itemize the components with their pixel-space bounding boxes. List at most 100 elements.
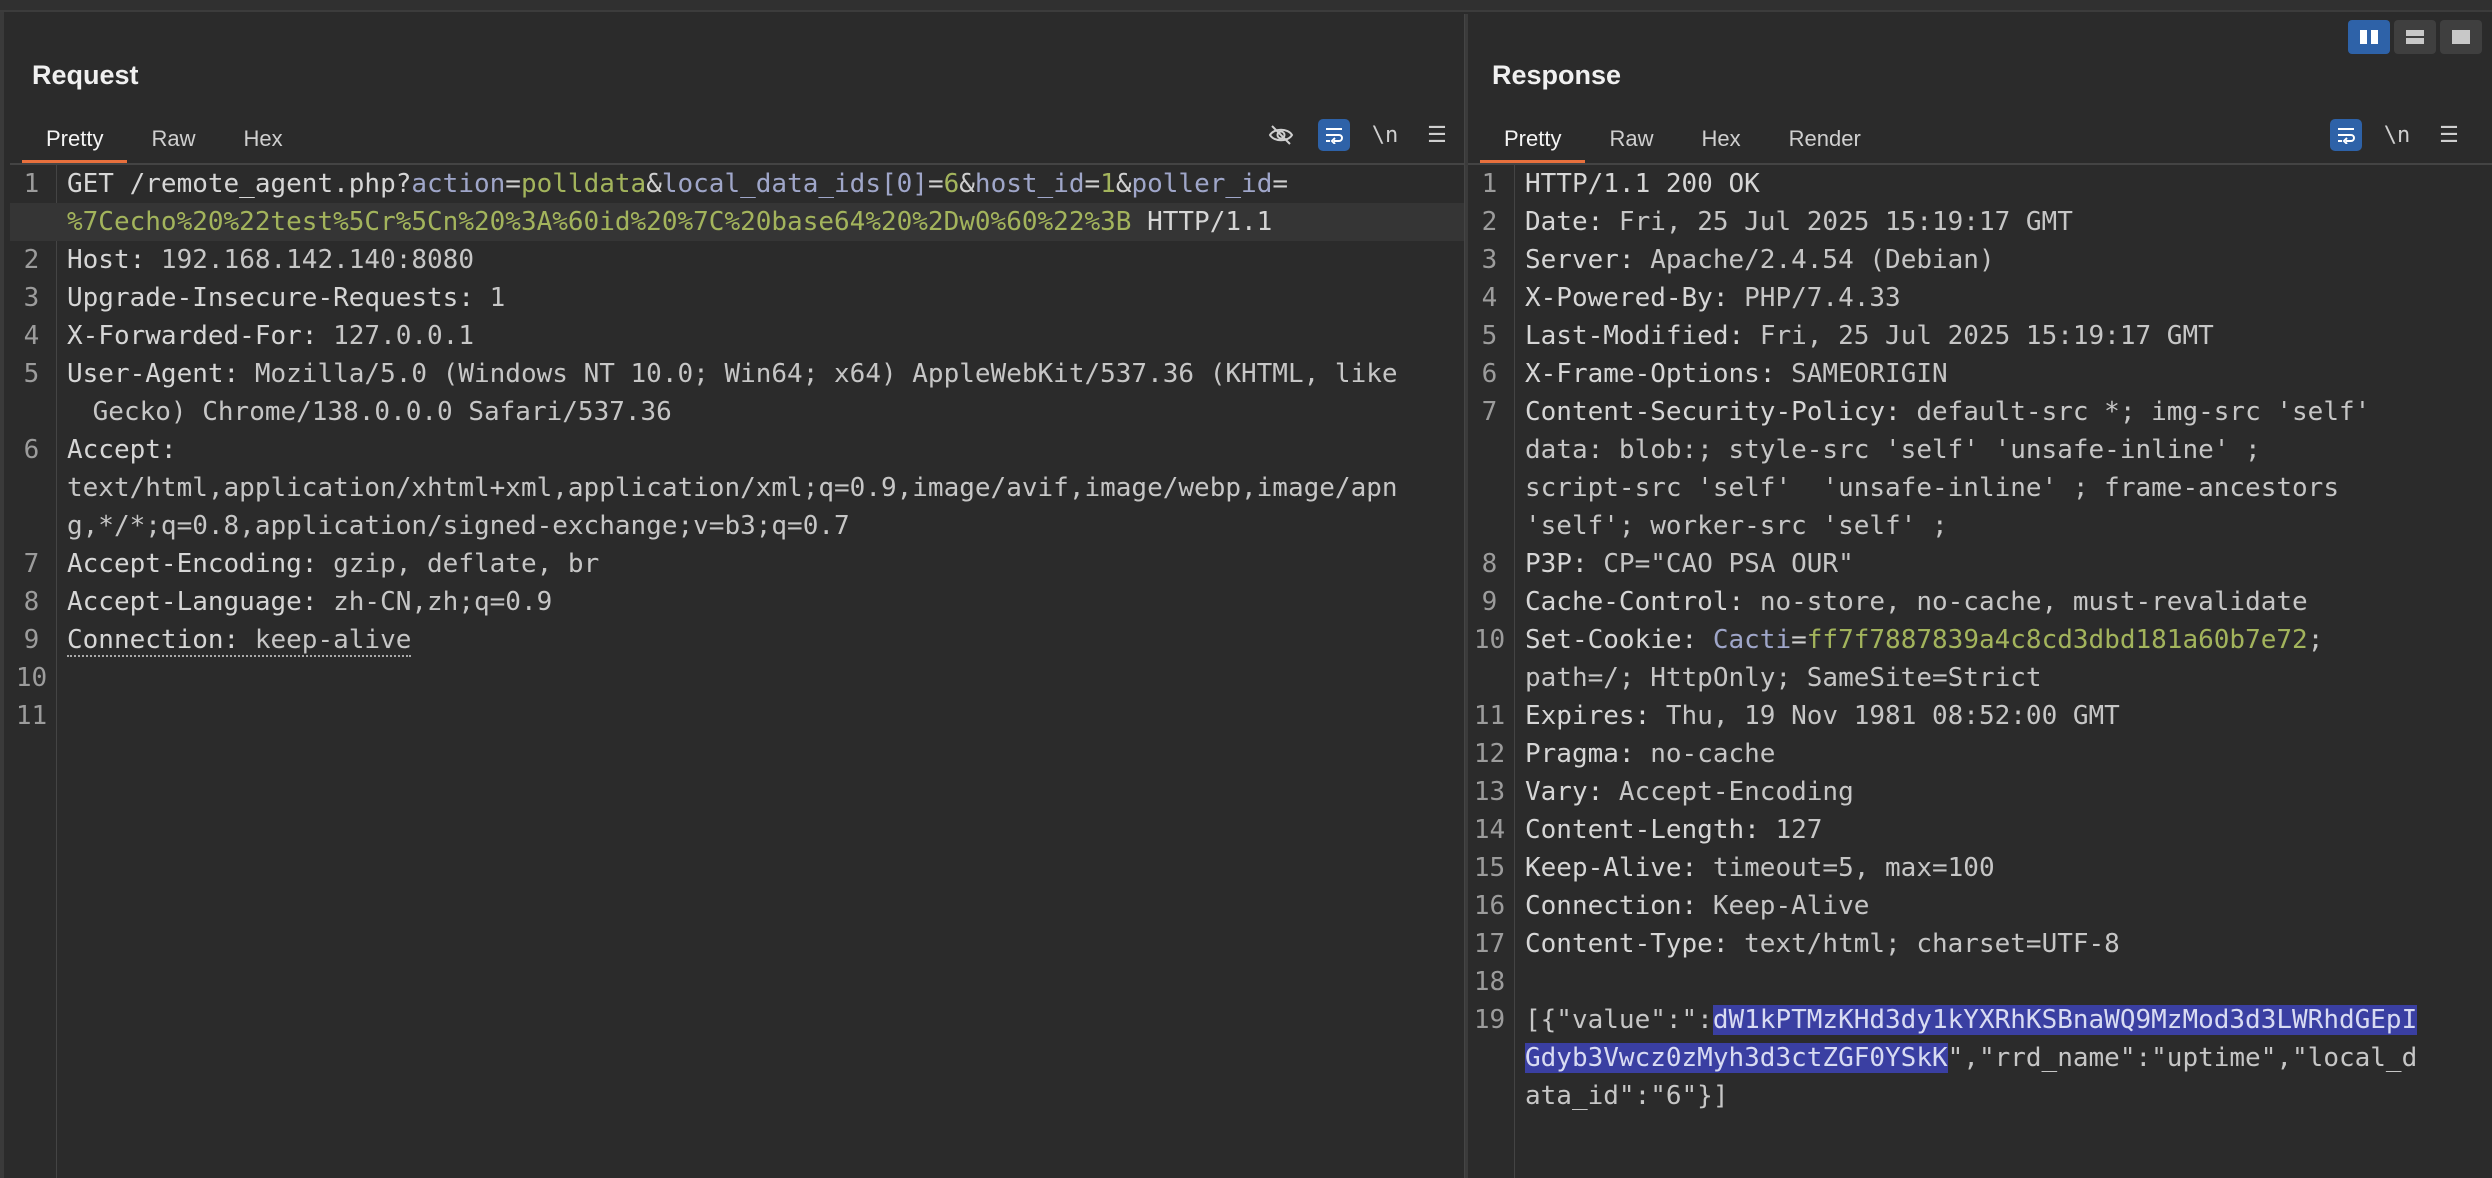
line-number: 2 (23, 245, 40, 275)
line-text: X-Forwarded-For: 127.0.0.1 (67, 321, 474, 351)
line-number (1468, 1077, 1515, 1115)
code-line: 14 Content-Length: 127 (1468, 811, 2492, 849)
menu-icon[interactable]: ☰ (1420, 118, 1454, 152)
request-toolbar: \n ☰ (1264, 118, 1454, 152)
line-text: data: blob:; style-src 'self' 'unsafe-in… (1525, 435, 2261, 465)
code-line: 16 Connection: Keep-Alive (1468, 887, 2492, 925)
line-number: 11 (15, 701, 48, 731)
code-line: text/html,application/xhtml+xml,applicat… (10, 469, 1464, 507)
eye-slash-icon (1268, 125, 1294, 145)
line-number: 10 (15, 663, 48, 693)
line-text: Host: 192.168.142.140:8080 (67, 245, 474, 275)
request-tab-hex[interactable]: Hex (219, 114, 306, 162)
line-number: 19 (1473, 1005, 1506, 1035)
code-line: 10 (10, 659, 1464, 697)
line-text: Pragma: no-cache (1525, 739, 1776, 769)
line-number: 10 (1473, 625, 1506, 655)
code-line: 'self'; worker-src 'self' ; (1468, 507, 2492, 545)
show-newlines-toggle[interactable]: \n (2382, 118, 2412, 152)
show-newlines-toggle[interactable]: \n (1370, 118, 1400, 152)
response-pane: Response Pretty Raw Hex Render \n ☰ 1 HTT… (1468, 14, 2492, 1178)
line-number (1468, 507, 1515, 545)
line-text: Connection: Keep-Alive (1525, 891, 1870, 921)
line-number: 8 (1481, 549, 1498, 579)
line-number (10, 393, 57, 431)
code-line: 1 GET /remote_agent.php?action=polldata&l… (10, 165, 1464, 203)
line-number: 16 (1473, 891, 1506, 921)
request-tabs: Pretty Raw Hex (22, 114, 307, 164)
hide-nonprintable-button[interactable] (1264, 118, 1298, 152)
code-line: 2 Host: 192.168.142.140:8080 (10, 241, 1464, 279)
request-title: Request (32, 60, 139, 90)
word-wrap-toggle[interactable] (2330, 119, 2362, 151)
code-line: 4 X-Powered-By: PHP/7.4.33 (1468, 279, 2492, 317)
code-line: 18 (1468, 963, 2492, 1001)
response-tab-render[interactable]: Render (1765, 114, 1885, 162)
layout-stacked-button[interactable] (2394, 20, 2436, 54)
response-tab-pretty[interactable]: Pretty (1480, 114, 1586, 164)
line-text: Gecko) Chrome/138.0.0.0 Safari/537.36 (77, 397, 672, 427)
line-text: Connection: keep-alive (67, 625, 412, 657)
request-editor[interactable]: 1 GET /remote_agent.php?action=polldata&l… (10, 165, 1464, 1178)
request-code: 1 GET /remote_agent.php?action=polldata&l… (10, 165, 1464, 735)
code-line: 17 Content-Type: text/html; charset=UTF-8 (1468, 925, 2492, 963)
code-line: 10 Set-Cookie: Cacti=ff7f7887839a4c8cd3db… (1468, 621, 2492, 659)
code-line: 9 Cache-Control: no-store, no-cache, must… (1468, 583, 2492, 621)
single-pane-icon (2452, 30, 2470, 44)
line-number: 2 (1481, 207, 1498, 237)
response-tab-hex[interactable]: Hex (1677, 114, 1764, 162)
line-text: Date: Fri, 25 Jul 2025 15:19:17 GMT (1525, 207, 2073, 237)
code-line: 13 Vary: Accept-Encoding (1468, 773, 2492, 811)
layout-side-by-side-button[interactable] (2348, 20, 2390, 54)
line-number: 13 (1473, 777, 1506, 807)
line-text: Content-Length: 127 (1525, 815, 1823, 845)
code-line: ata_id":"6"}] (1468, 1077, 2492, 1115)
response-code: 1 HTTP/1.1 200 OK 2 Date: Fri, 25 Jul 2025 … (1468, 165, 2492, 1115)
response-title: Response (1492, 60, 1622, 90)
menu-icon[interactable]: ☰ (2432, 118, 2466, 152)
line-text (57, 659, 1464, 697)
request-tab-raw[interactable]: Raw (127, 114, 219, 162)
line-text: X-Powered-By: PHP/7.4.33 (1525, 283, 1901, 313)
line-number (10, 203, 57, 241)
line-number: 4 (1481, 283, 1498, 313)
line-text: P3P: CP="CAO PSA OUR" (1525, 549, 1854, 579)
layout-single-button[interactable] (2440, 20, 2482, 54)
line-text: Set-Cookie: Cacti=ff7f7887839a4c8cd3dbd1… (1525, 625, 2324, 655)
line-number: 1 (23, 169, 40, 199)
left-edge (0, 12, 4, 1178)
response-tab-raw[interactable]: Raw (1585, 114, 1677, 162)
line-number (1468, 659, 1515, 697)
line-number: 3 (23, 283, 40, 313)
line-number: 14 (1473, 815, 1506, 845)
line-text: Content-Security-Policy: default-src *; … (1525, 397, 2371, 427)
code-line: script-src 'self' 'unsafe-inline' ; fram… (1468, 469, 2492, 507)
code-line: 6 X-Frame-Options: SAMEORIGIN (1468, 355, 2492, 393)
code-line: 8 Accept-Language: zh-CN,zh;q=0.9 (10, 583, 1464, 621)
line-text: Gdyb3Vwcz0zMyh3d3ctZGF0YSkK","rrd_name":… (1525, 1043, 2418, 1073)
line-text: Content-Type: text/html; charset=UTF-8 (1525, 929, 2120, 959)
line-number (1468, 431, 1515, 469)
line-text: Expires: Thu, 19 Nov 1981 08:52:00 GMT (1525, 701, 2120, 731)
response-editor[interactable]: 1 HTTP/1.1 200 OK 2 Date: Fri, 25 Jul 2025 … (1468, 165, 2492, 1178)
code-line: 3 Server: Apache/2.4.54 (Debian) (1468, 241, 2492, 279)
rows-icon (2406, 30, 2424, 44)
code-line: Gecko) Chrome/138.0.0.0 Safari/537.36 (10, 393, 1464, 431)
line-number: 6 (23, 435, 40, 465)
line-text: HTTP/1.1 200 OK (1525, 169, 1760, 199)
request-pane: Request Pretty Raw Hex \n ☰ 1 GET /remote… (10, 14, 1464, 1178)
line-text: User-Agent: Mozilla/5.0 (Windows NT 10.0… (67, 359, 1398, 389)
line-number: 1 (1481, 169, 1498, 199)
request-tab-pretty[interactable]: Pretty (22, 114, 128, 164)
line-number: 15 (1473, 853, 1506, 883)
code-line: 4 X-Forwarded-For: 127.0.0.1 (10, 317, 1464, 355)
word-wrap-toggle[interactable] (1318, 119, 1350, 151)
wrap-icon (1326, 128, 1343, 144)
line-number: 4 (23, 321, 40, 351)
line-text: X-Frame-Options: SAMEORIGIN (1525, 359, 1948, 389)
line-number: 18 (1473, 967, 1506, 997)
line-number (10, 507, 57, 545)
code-line: 5 User-Agent: Mozilla/5.0 (Windows NT 10.… (10, 355, 1464, 393)
line-number: 3 (1481, 245, 1498, 275)
code-line: 19 [{"value":":dW1kPTMzKHd3dy1kYXRhKSBnaW… (1468, 1001, 2492, 1039)
